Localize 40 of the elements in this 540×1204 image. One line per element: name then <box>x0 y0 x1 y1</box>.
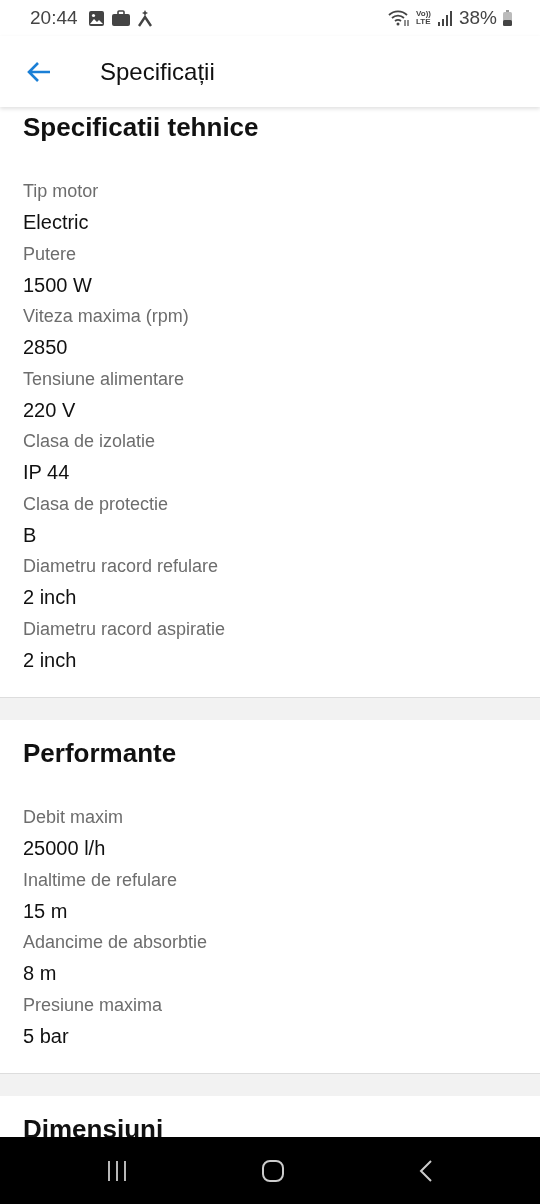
spec-value: 2 inch <box>23 647 78 673</box>
back-arrow-icon <box>26 59 52 84</box>
spec-value: 8 m <box>23 961 58 986</box>
signal-icon <box>436 10 453 26</box>
battery-percent: 38% <box>458 7 497 29</box>
spec-value: 2850 <box>23 335 69 360</box>
recents-icon <box>106 1159 129 1182</box>
image-icon <box>87 9 105 27</box>
spec-label: Clasa de protectie <box>23 492 170 516</box>
network-label: Vo)) LTE <box>416 10 431 26</box>
section-heading: Specificatii tehnice <box>23 114 260 141</box>
wifi-icon <box>388 9 410 27</box>
spec-label: Putere <box>23 242 78 266</box>
screen-title: Specificații <box>100 57 215 86</box>
spec-label: Tensiune alimentare <box>23 367 186 391</box>
spec-label: Presiune maxima <box>23 993 164 1017</box>
section-heading: Performante <box>23 740 178 767</box>
spec-label: Inaltime de refulare <box>23 868 179 892</box>
chevron-left-icon <box>417 1158 434 1183</box>
briefcase-icon <box>110 9 131 27</box>
spec-value: Electric <box>23 210 90 235</box>
spec-value: 1500 W <box>23 272 93 298</box>
spec-value: 5 bar <box>23 1023 70 1049</box>
spec-value: 2 inch <box>23 585 78 610</box>
battery-icon <box>503 10 512 26</box>
spec-value: 15 m <box>23 898 69 924</box>
spec-value: 220 V <box>23 397 77 423</box>
spec-label: Diametru racord aspiratie <box>23 617 227 641</box>
spec-label: Diametru racord refulare <box>23 555 220 578</box>
spec-label: Tip motor <box>23 180 100 203</box>
spec-value: IP 44 <box>23 460 71 485</box>
spec-label: Adancime de absorbtie <box>23 931 209 954</box>
spec-value: 25000 l/h <box>23 836 107 861</box>
spec-label: Viteza maxima (rpm) <box>23 305 190 328</box>
spec-label: Clasa de izolatie <box>23 430 157 453</box>
spec-label: Debit maxim <box>23 806 125 829</box>
home-icon <box>261 1158 285 1183</box>
sparkle-person-icon <box>136 9 153 27</box>
status-time: 20:44 <box>30 7 78 29</box>
spec-value: B <box>23 522 38 548</box>
